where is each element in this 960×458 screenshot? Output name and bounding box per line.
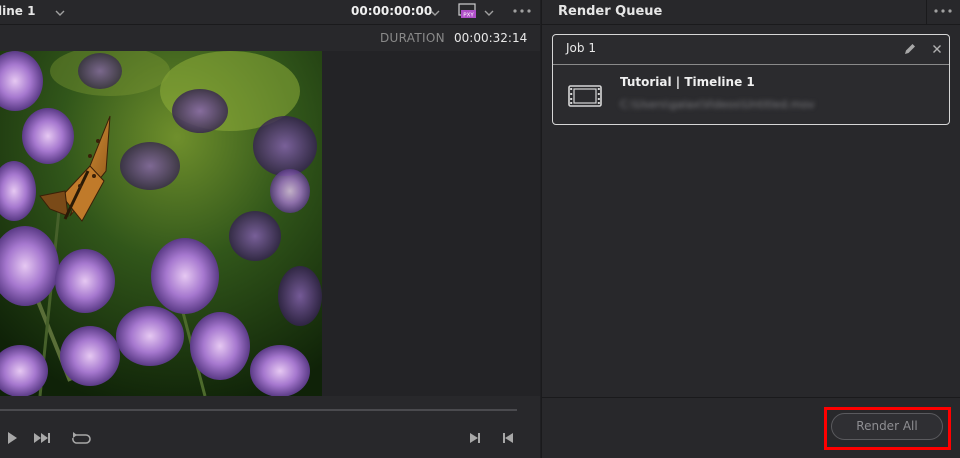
more-options-icon[interactable] [512, 6, 532, 16]
render-all-button[interactable]: Render All [831, 413, 943, 440]
viewer-header: line 1 00:00:00:00 PXY [0, 0, 540, 25]
viewer-empty-area [322, 51, 540, 396]
timecode-display: 00:00:00:00 [351, 4, 433, 18]
render-job-card[interactable]: Job 1 Tutorial | Timeline 1 C:\Users\gal… [552, 34, 950, 125]
close-icon[interactable] [932, 44, 942, 54]
video-frame [0, 51, 322, 396]
job-name: Tutorial | Timeline 1 [620, 75, 755, 89]
header-divider [926, 0, 927, 25]
proxy-icon[interactable]: PXY [458, 3, 478, 19]
fast-forward-icon[interactable] [33, 430, 53, 446]
butterfly-flower-image [0, 51, 322, 396]
job-header: Job 1 [553, 35, 949, 65]
timeline-name[interactable]: line 1 [0, 4, 35, 18]
transport-controls [0, 396, 540, 458]
render-queue-header: Render Queue [542, 0, 960, 25]
jump-to-end-icon[interactable] [467, 430, 483, 446]
duration-value: 00:00:32:14 [454, 31, 528, 45]
render-queue-list: Job 1 Tutorial | Timeline 1 C:\Users\gal… [542, 25, 960, 397]
job-output-path: C:\Users\galax\Videos\Untitled.mov [620, 98, 815, 111]
render-queue-panel: Render Queue Job 1 Tutorial | Timeline 1… [541, 0, 960, 458]
film-strip-icon [568, 85, 602, 107]
chevron-down-icon[interactable] [484, 8, 494, 18]
viewer-panel: line 1 00:00:00:00 PXY DURATION 00:00:32… [0, 0, 540, 458]
render-queue-footer: Render All [542, 397, 960, 458]
duration-row: DURATION 00:00:32:14 [0, 25, 540, 51]
render-queue-title: Render Queue [558, 4, 663, 19]
duration-label: DURATION [380, 31, 445, 45]
scrub-bar[interactable] [0, 409, 517, 411]
jump-to-start-icon[interactable] [500, 430, 516, 446]
play-icon[interactable] [4, 430, 20, 446]
job-title: Job 1 [566, 41, 596, 55]
more-options-icon[interactable] [933, 6, 953, 16]
edit-pencil-icon[interactable] [903, 42, 917, 56]
chevron-down-icon[interactable] [430, 8, 440, 18]
svg-text:PXY: PXY [463, 13, 474, 19]
loop-icon[interactable] [70, 430, 92, 446]
chevron-down-icon[interactable] [55, 8, 65, 18]
